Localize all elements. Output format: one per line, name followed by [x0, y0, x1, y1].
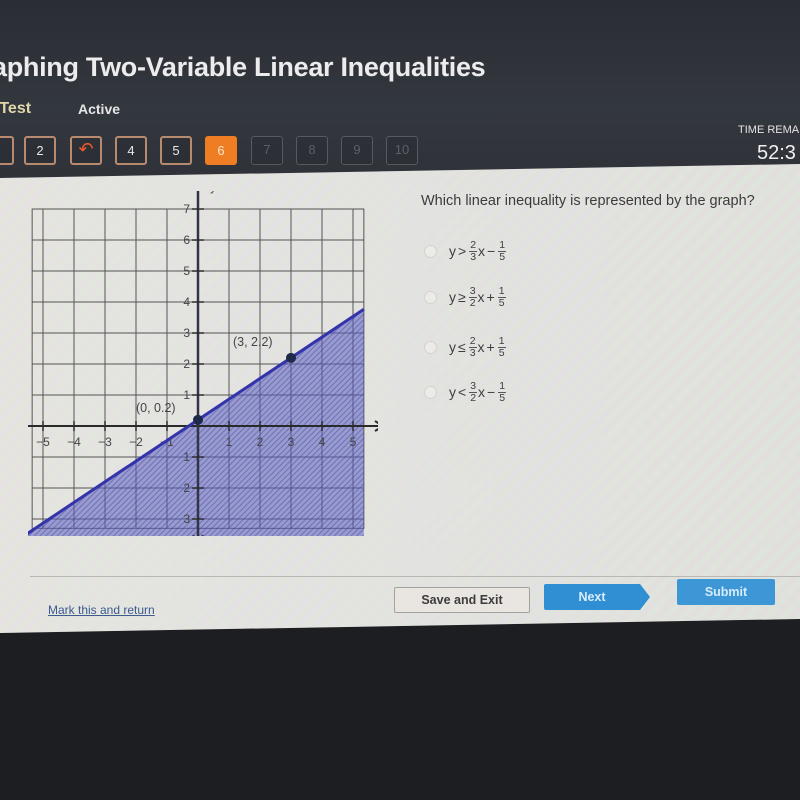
x-tick-label: 5 — [350, 435, 357, 449]
option-variable: x — [477, 339, 485, 356]
option-constant: 15 — [497, 284, 506, 309]
footer-divider — [30, 576, 800, 578]
answer-option-3[interactable]: y ≤ 23 x + 15 — [424, 329, 507, 365]
option-variable: x — [477, 289, 485, 306]
question-5-button[interactable]: 5 — [160, 136, 192, 165]
y-tick-label: 1 — [183, 388, 190, 402]
y-tick-label: 3 — [183, 512, 190, 526]
question-8-button: 8 — [296, 136, 328, 165]
option-constant: 15 — [497, 334, 506, 359]
x-tick-label: 4 — [319, 435, 326, 449]
timer-value: 52:3 — [757, 142, 796, 164]
y-tick-label: 4 — [183, 295, 190, 309]
option-operator: ≤ — [458, 339, 466, 356]
option-sign: − — [487, 243, 496, 260]
option-coefficient: 23 — [468, 334, 477, 359]
y-axis-label: y — [210, 191, 217, 194]
option-variable: x — [478, 243, 486, 260]
x-tick-label: −2 — [129, 435, 143, 449]
y-tick-label: 2 — [183, 357, 190, 371]
question-3-button[interactable]: ↶ — [70, 136, 102, 165]
y-tick-label: 2 — [183, 481, 190, 495]
graph-point — [193, 414, 203, 425]
graph-point — [286, 352, 296, 363]
radio-button[interactable] — [424, 290, 437, 304]
answer-option-4[interactable]: y < 32 x − 15 — [424, 374, 507, 410]
mark-and-return-link[interactable]: Mark this and return — [48, 603, 155, 617]
option-lhs: y — [449, 289, 456, 306]
status-label: Active — [78, 101, 121, 117]
option-coefficient: 23 — [469, 238, 478, 263]
option-variable: x — [478, 384, 486, 401]
top-bar: aphing Two-Variable Linear Inequalities … — [0, 0, 800, 180]
option-sign: − — [487, 384, 496, 401]
option-coefficient: 32 — [469, 379, 478, 404]
question-10-button: 10 — [386, 136, 418, 165]
option-sign: + — [486, 289, 495, 306]
option-operator: > — [458, 243, 467, 260]
y-tick-label: 6 — [183, 233, 190, 247]
x-tick-label: −4 — [67, 435, 81, 449]
answer-option-1[interactable]: y > 23 x − 15 — [424, 233, 507, 269]
option-lhs: y — [449, 384, 456, 401]
option-lhs: y — [449, 339, 456, 356]
x-tick-label: 1 — [226, 435, 233, 449]
option-operator: < — [458, 384, 467, 401]
x-tick-label: 3 — [288, 435, 295, 449]
x-tick-label: −3 — [98, 435, 112, 449]
activity-type: -Test — [0, 100, 32, 117]
question-6-button[interactable]: 6 — [205, 136, 237, 165]
point-label: (0, 0.2) — [136, 401, 176, 415]
return-arrow-icon: ↶ — [78, 139, 94, 159]
question-1-button[interactable] — [0, 136, 14, 165]
option-constant: 15 — [498, 238, 507, 263]
timer-label: TIME REMA — [738, 124, 800, 136]
submit-button[interactable]: Submit — [677, 579, 775, 606]
question-9-button: 9 — [341, 136, 373, 165]
next-button[interactable]: Next — [544, 584, 640, 611]
y-tick-label: 1 — [183, 450, 190, 464]
question-4-button[interactable]: 4 — [115, 136, 147, 165]
page-title: aphing Two-Variable Linear Inequalities — [0, 52, 486, 82]
y-tick-label: 3 — [183, 326, 190, 340]
radio-button[interactable] — [424, 340, 437, 354]
answer-option-2[interactable]: y ≥ 32 x + 15 — [424, 279, 507, 315]
radio-button[interactable] — [424, 244, 437, 258]
y-tick-label: 5 — [183, 264, 190, 278]
question-7-button: 7 — [251, 136, 283, 165]
inequality-graph: −5−4−3−2−1123453211234567xy(0, 0.2)(3, 2… — [28, 191, 378, 537]
x-tick-label: 2 — [257, 435, 264, 449]
y-tick-label: 7 — [183, 202, 190, 216]
radio-button[interactable] — [424, 385, 437, 399]
option-lhs: y — [449, 243, 456, 260]
point-label: (3, 2.2) — [233, 335, 273, 349]
question-2-button[interactable]: 2 — [24, 136, 56, 165]
option-coefficient: 32 — [468, 284, 477, 309]
option-operator: ≥ — [458, 289, 466, 306]
option-sign: + — [486, 339, 495, 356]
question-panel: −5−4−3−2−1123453211234567xy(0, 0.2)(3, 2… — [0, 164, 800, 633]
x-tick-label: −5 — [36, 435, 50, 449]
save-and-exit-button[interactable]: Save and Exit — [394, 587, 530, 614]
question-prompt: Which linear inequality is represented b… — [421, 193, 755, 210]
option-constant: 15 — [498, 379, 507, 404]
